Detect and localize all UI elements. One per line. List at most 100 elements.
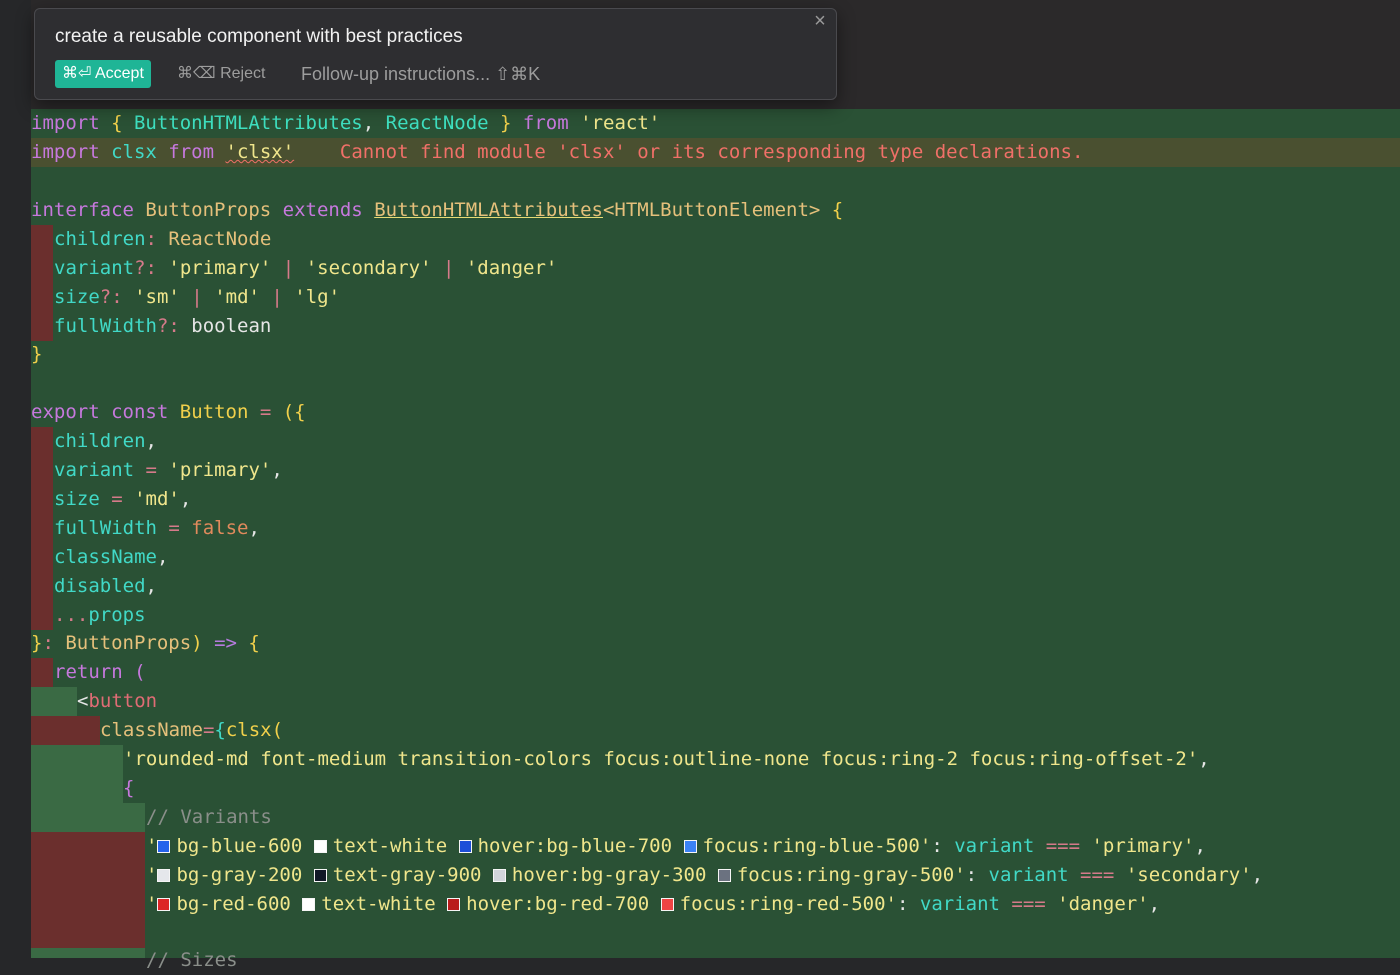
token: , bbox=[271, 459, 283, 481]
token: 'react' bbox=[568, 112, 661, 134]
token: interface bbox=[31, 199, 134, 221]
code-line-2[interactable]: import clsx from 'clsx' Cannot find modu… bbox=[31, 138, 1400, 167]
code-line-24[interactable]: { bbox=[123, 774, 134, 803]
code-line-21[interactable]: <button bbox=[77, 687, 157, 716]
diff-indent-block bbox=[31, 803, 145, 832]
token: 'danger' bbox=[1057, 893, 1149, 915]
diff-removed-block bbox=[31, 716, 100, 745]
token: const bbox=[111, 401, 169, 423]
code-line-5[interactable]: children: ReactNode bbox=[54, 225, 271, 254]
token: button bbox=[88, 690, 158, 712]
color-swatch-gray-500 bbox=[717, 869, 731, 882]
color-swatch-blue-500 bbox=[683, 840, 697, 853]
color-swatch-white bbox=[313, 840, 327, 853]
code-line-4[interactable]: interface ButtonProps extends ButtonHTML… bbox=[31, 196, 843, 225]
token: disabled bbox=[54, 575, 146, 597]
token: { bbox=[820, 199, 844, 221]
color-swatch-blue-700 bbox=[458, 840, 472, 853]
token: from bbox=[168, 141, 215, 163]
code-line-9[interactable]: } bbox=[31, 340, 42, 369]
diff-indent-block bbox=[31, 745, 123, 803]
code-line-13[interactable]: variant = 'primary', bbox=[54, 456, 283, 485]
token: => bbox=[202, 632, 249, 654]
code-line-15[interactable]: fullWidth = false, bbox=[54, 514, 260, 543]
token: 'primary' bbox=[168, 257, 272, 279]
diff-removed-block bbox=[31, 225, 53, 341]
token: 'danger' bbox=[465, 257, 558, 279]
close-icon[interactable]: × bbox=[810, 11, 830, 31]
token: export bbox=[31, 401, 100, 423]
token: from bbox=[522, 112, 569, 134]
code-line-17[interactable]: disabled, bbox=[54, 572, 157, 601]
token: ButtonProps bbox=[65, 632, 192, 654]
code-line-27[interactable]: ' bg-gray-200 text-gray-900 hover:bg-gray… bbox=[146, 861, 1263, 890]
token: { bbox=[99, 112, 134, 134]
code-line-14[interactable]: size = 'md', bbox=[54, 485, 191, 514]
code-line-28[interactable]: ' bg-red-600 text-white hover:bg-red-700 … bbox=[146, 890, 1160, 919]
token: ( bbox=[271, 719, 284, 741]
code-line-30[interactable]: // Sizes bbox=[146, 946, 238, 975]
code-line-18[interactable]: ...props bbox=[54, 601, 146, 630]
token: ?: bbox=[99, 286, 135, 308]
token: ({ bbox=[282, 401, 306, 423]
code-line-23[interactable]: 'rounded-md font-medium transition-color… bbox=[123, 745, 1210, 774]
token: clsx bbox=[225, 719, 272, 741]
token: variant bbox=[54, 459, 135, 481]
comment: // Sizes bbox=[146, 949, 238, 971]
token: , bbox=[179, 488, 192, 510]
code-line-19[interactable]: }: ButtonProps) => { bbox=[31, 629, 260, 658]
reject-button[interactable]: ⌘⌫ Reject bbox=[177, 60, 265, 88]
color-swatch-red-600 bbox=[157, 898, 171, 911]
token: ) bbox=[191, 632, 203, 654]
code-line-7[interactable]: size?: 'sm' | 'md' | 'lg' bbox=[54, 283, 340, 312]
code-line-16[interactable]: className, bbox=[54, 543, 168, 572]
token: extends bbox=[282, 199, 363, 221]
token: = bbox=[134, 459, 169, 481]
token: ' bbox=[146, 893, 158, 915]
token: import bbox=[31, 141, 100, 163]
code-line-20[interactable]: return ( bbox=[54, 658, 146, 687]
token: | bbox=[179, 286, 215, 308]
token: { bbox=[123, 777, 135, 799]
token: ' bbox=[919, 835, 932, 857]
token: : bbox=[42, 632, 66, 654]
token: variant bbox=[919, 893, 1000, 915]
code-line-25[interactable]: // Variants bbox=[146, 803, 272, 832]
token: : bbox=[896, 893, 920, 915]
accept-button[interactable]: ⌘⏎ Accept bbox=[55, 60, 151, 88]
token: size bbox=[54, 488, 100, 510]
code-line-8[interactable]: fullWidth?: boolean bbox=[54, 312, 271, 341]
token: 'lg' bbox=[294, 286, 341, 308]
color-swatch-gray-300 bbox=[492, 869, 506, 882]
token: , bbox=[145, 430, 157, 452]
token: , bbox=[145, 575, 157, 597]
token: bg-gray-200 bbox=[176, 864, 303, 886]
prompt-text: create a reusable component with best pr… bbox=[55, 26, 463, 47]
followup-input[interactable]: Follow-up instructions... ⇧⌘K bbox=[301, 60, 540, 88]
token: fullWidth bbox=[54, 517, 157, 539]
token: variant bbox=[988, 864, 1069, 886]
token: , bbox=[156, 546, 169, 568]
token: = bbox=[202, 719, 215, 741]
token: , bbox=[362, 112, 386, 134]
code-line-11[interactable]: export const Button = ({ bbox=[31, 398, 306, 427]
token: className bbox=[54, 546, 157, 568]
code-line-12[interactable]: children, bbox=[54, 427, 157, 456]
token: variant bbox=[54, 257, 135, 279]
token: ' bbox=[954, 864, 966, 886]
token: <HTMLButtonElement> bbox=[602, 199, 821, 221]
inline-edit-popup: create a reusable component with best pr… bbox=[34, 8, 837, 100]
token: boolean bbox=[191, 315, 272, 337]
color-swatch-red-700 bbox=[447, 898, 461, 911]
token: focus:ring-red-500 bbox=[679, 893, 886, 915]
code-line-22[interactable]: className={clsx( bbox=[100, 716, 283, 745]
token: : bbox=[145, 228, 169, 250]
comment: // Variants bbox=[146, 806, 272, 828]
token: ButtonHTMLAttributes bbox=[133, 112, 363, 134]
code-line-6[interactable]: variant?: 'primary' | 'secondary' | 'dan… bbox=[54, 254, 557, 283]
token: ReactNode bbox=[385, 112, 489, 134]
token: : bbox=[931, 835, 955, 857]
code-line-1[interactable]: import { ButtonHTMLAttributes, ReactNode… bbox=[31, 109, 660, 138]
code-line-26[interactable]: ' bg-blue-600 text-white hover:bg-blue-70… bbox=[146, 832, 1206, 861]
